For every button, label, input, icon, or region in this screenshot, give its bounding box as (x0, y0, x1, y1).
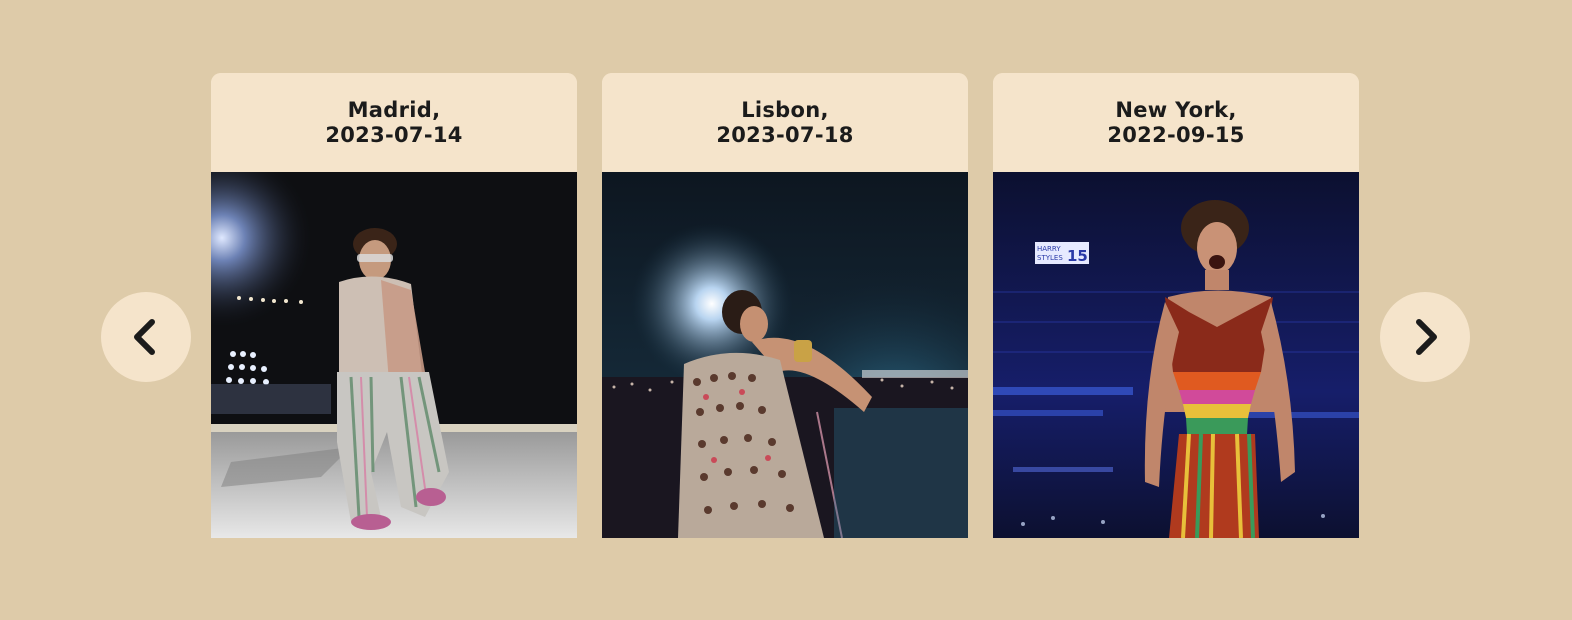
concert-photo (211, 172, 577, 538)
concert-carousel: Madrid, 2023-07-14 Lisbon, 2023-07-18 Ne… (0, 0, 1572, 620)
concert-card-new-york[interactable]: New York, 2022-09-15 HARRY STYLES 15 (993, 73, 1359, 538)
concert-photo (602, 172, 968, 538)
card-date: 2023-07-14 (325, 122, 463, 147)
card-header: New York, 2022-09-15 (993, 73, 1359, 172)
concert-card-madrid[interactable]: Madrid, 2023-07-14 (211, 73, 577, 538)
chevron-left-icon (134, 319, 155, 355)
concert-photo-new-york: HARRY STYLES 15 (993, 172, 1359, 538)
concert-card-lisbon[interactable]: Lisbon, 2023-07-18 (602, 73, 968, 538)
card-city: Lisbon, (741, 97, 829, 122)
concert-photo: HARRY STYLES 15 (993, 172, 1359, 538)
card-city: New York, (1115, 97, 1237, 122)
concert-photo-lisbon (602, 172, 968, 538)
chevron-right-icon (1416, 319, 1437, 355)
card-header: Lisbon, 2023-07-18 (602, 73, 968, 172)
sign-text-line1: HARRY (1037, 245, 1061, 253)
card-header: Madrid, 2023-07-14 (211, 73, 577, 172)
previous-button[interactable] (101, 292, 191, 382)
concert-photo-madrid (211, 172, 577, 538)
sign-number: 15 (1067, 247, 1088, 265)
card-date: 2023-07-18 (716, 122, 854, 147)
card-date: 2022-09-15 (1107, 122, 1245, 147)
next-button[interactable] (1380, 292, 1470, 382)
card-city: Madrid, (347, 97, 441, 122)
sign-text-line2: STYLES (1037, 254, 1063, 262)
